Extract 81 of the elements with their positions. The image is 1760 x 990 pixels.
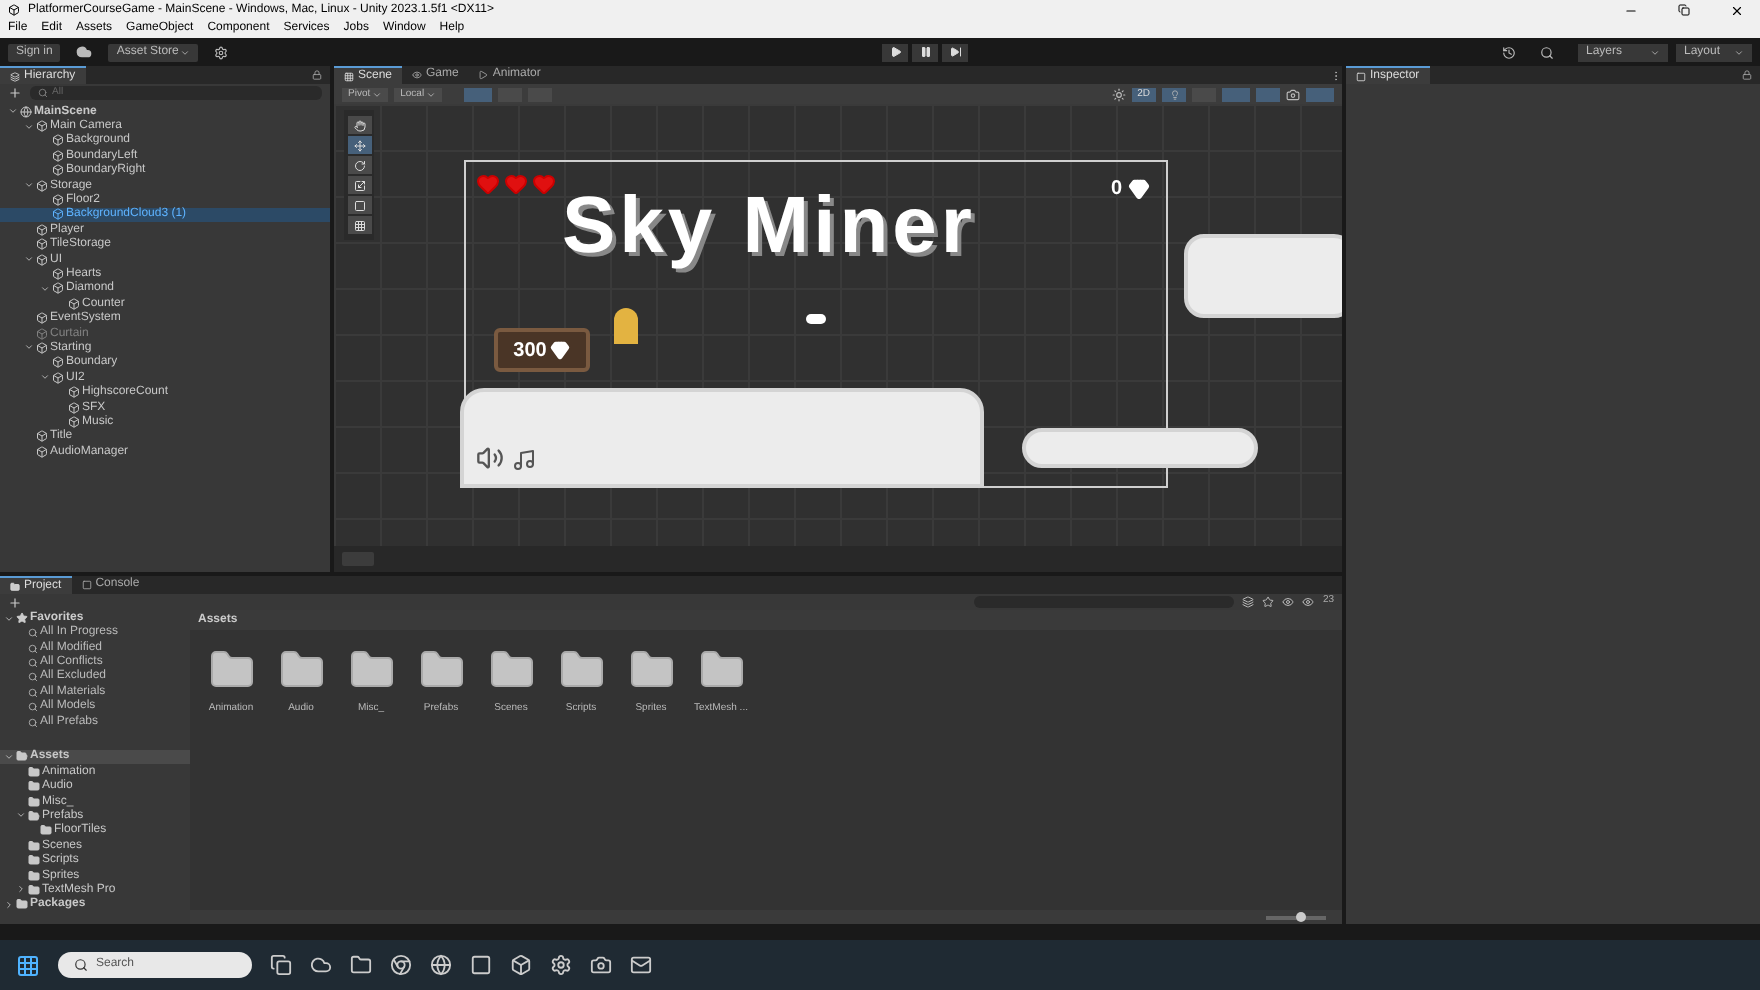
grid-icon [344, 71, 354, 81]
gear-icon[interactable] [550, 954, 572, 976]
file-explorer-icon[interactable] [350, 954, 372, 976]
search-icon [28, 702, 38, 713]
add-icon[interactable] [8, 595, 22, 609]
heart-icon [504, 172, 528, 196]
tool-button[interactable] [347, 216, 371, 234]
close-icon[interactable] [1730, 3, 1744, 17]
tool-icon [353, 199, 365, 211]
tool-icon [353, 139, 365, 151]
zoom-slider-thumb[interactable] [1296, 912, 1306, 922]
tool-button[interactable] [347, 176, 371, 194]
wooden-sign: 300 [494, 328, 590, 372]
caret-icon [1734, 47, 1744, 57]
history-icon[interactable] [1502, 45, 1516, 59]
globe-icon[interactable] [430, 954, 452, 976]
cloud-icon[interactable] [76, 44, 93, 60]
heart-icon [476, 172, 500, 196]
caret-icon [1650, 47, 1660, 57]
shading-icon[interactable] [1111, 87, 1126, 101]
lock-icon[interactable] [1742, 70, 1752, 80]
search-icon [28, 672, 38, 683]
search-icon [28, 717, 38, 728]
open-folder-icon [28, 809, 40, 822]
caret-icon [372, 89, 383, 99]
diamond-icon [550, 340, 571, 360]
diamond-icon [1128, 178, 1150, 200]
open-folder-icon [16, 750, 28, 763]
tool-button[interactable] [347, 116, 371, 134]
game-object-icon [36, 179, 48, 192]
scene-icon [20, 105, 32, 118]
bird-sprite [806, 314, 826, 324]
pause-button[interactable] [912, 43, 939, 61]
caret-icon [180, 47, 191, 57]
restore-icon[interactable] [1678, 4, 1690, 16]
start-icon[interactable] [16, 953, 40, 977]
search-icon [74, 958, 88, 972]
search-icon [28, 643, 38, 654]
play-button[interactable] [882, 43, 909, 61]
tool-icon [353, 159, 365, 171]
game-object-icon [36, 120, 48, 133]
game-object-icon [68, 297, 80, 310]
search-icon [28, 687, 38, 698]
tool-button[interactable] [347, 136, 371, 154]
tool-button[interactable] [347, 196, 371, 214]
cube-icon[interactable] [510, 954, 532, 976]
player-sprite [614, 308, 638, 344]
camera-icon[interactable] [590, 954, 612, 976]
pause-icon [919, 46, 932, 58]
star-icon [16, 612, 28, 624]
mail-icon[interactable] [630, 954, 652, 976]
folder-icon [10, 581, 20, 591]
lock-icon[interactable] [312, 70, 322, 80]
step-button[interactable] [942, 43, 969, 61]
gem-count: 0 [1110, 176, 1122, 204]
browser-icon[interactable] [390, 954, 412, 976]
play-icon [889, 46, 902, 58]
app-logo-icon [8, 4, 20, 16]
speaker-icon [476, 444, 504, 472]
visibility-icon[interactable] [1282, 596, 1295, 608]
lightbulb-icon [1169, 89, 1179, 99]
step-icon [949, 46, 962, 58]
tool-icon [353, 119, 365, 131]
lighting-button[interactable] [1162, 87, 1186, 101]
sky-miner-title: Sky Miner [562, 186, 976, 266]
scene-view[interactable]: Sky Miner 0 300 [334, 104, 1342, 546]
tool-icon [353, 219, 365, 231]
caret-icon [426, 89, 437, 99]
star-icon[interactable] [1262, 596, 1275, 608]
camera-icon[interactable] [1286, 87, 1300, 101]
settings-icon[interactable] [214, 45, 229, 59]
search-icon [28, 657, 38, 668]
add-icon[interactable] [8, 86, 22, 100]
search-icon [38, 88, 48, 98]
tool-icon [353, 179, 365, 191]
task-view-icon[interactable] [270, 954, 292, 976]
search-icon [28, 628, 38, 639]
heart-icon [532, 172, 556, 196]
music-icon [512, 448, 536, 472]
tool-button[interactable] [347, 156, 371, 174]
search-icon[interactable] [1540, 45, 1554, 59]
